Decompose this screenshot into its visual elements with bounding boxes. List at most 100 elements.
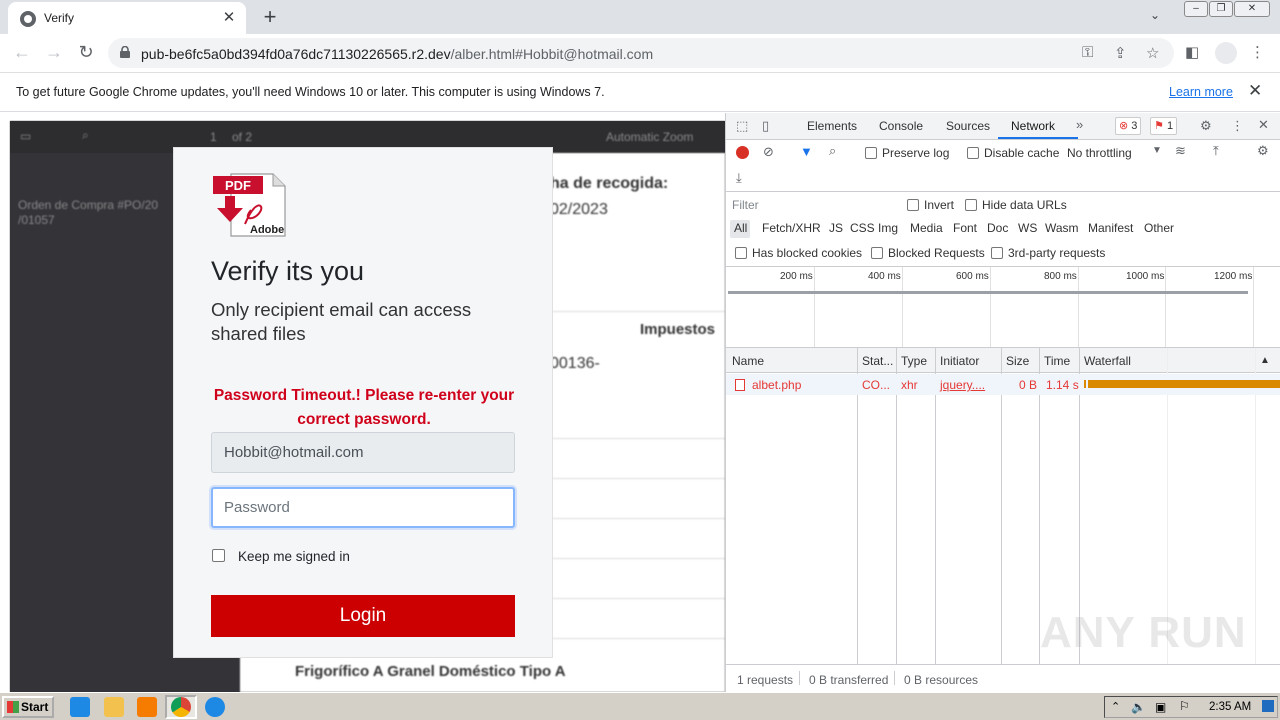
filter-type-wasm[interactable]: Wasm xyxy=(1045,221,1079,235)
filter-input[interactable]: Filter xyxy=(728,195,894,215)
tab-close-icon[interactable]: ✕ xyxy=(220,8,238,26)
filter-type-js[interactable]: JS xyxy=(829,221,843,235)
pdf-doc-text-1: ha de recogida: xyxy=(550,175,669,192)
column-size[interactable]: Size xyxy=(1006,354,1029,368)
reload-icon[interactable]: ↻ xyxy=(74,42,98,63)
throttling-select[interactable]: No throttling xyxy=(1067,146,1132,160)
tab-elements[interactable]: Elements xyxy=(807,119,857,133)
request-name[interactable]: albet.php xyxy=(752,378,801,392)
restore-button[interactable]: ❐ xyxy=(1209,1,1233,17)
chrome-menu-icon[interactable]: ⋮ xyxy=(1250,43,1265,61)
preserve-log-checkbox[interactable] xyxy=(865,147,877,159)
key-icon[interactable]: ⚿ xyxy=(1082,44,1093,61)
hide-data-urls-checkbox[interactable] xyxy=(965,199,977,211)
filter-type-fetch-xhr[interactable]: Fetch/XHR xyxy=(762,221,821,235)
tray-expand-icon[interactable]: ⌃ xyxy=(1111,700,1120,713)
issue-count-badge[interactable]: ⚑ 1 xyxy=(1150,117,1178,135)
search-icon[interactable]: ⌕ xyxy=(829,143,836,159)
network-settings-icon[interactable]: ⚙ xyxy=(1257,143,1269,159)
settings-gear-icon[interactable]: ⚙ xyxy=(1200,118,1212,134)
address-bar[interactable]: pub-be6fc5a0bd394fd0a76dc71130226565.r2.… xyxy=(108,38,1174,68)
action-center-flag-icon[interactable]: ⚐ xyxy=(1179,699,1190,713)
window-close-button[interactable]: ✕ xyxy=(1234,1,1270,17)
error-message: Password Timeout.! Please re-enter your … xyxy=(213,387,515,428)
network-conditions-icon[interactable]: ≋ xyxy=(1175,143,1186,159)
volume-icon[interactable]: 🔈 xyxy=(1131,700,1146,714)
invert-checkbox[interactable] xyxy=(907,199,919,211)
tab-console[interactable]: Console xyxy=(879,119,923,133)
filter-type-doc[interactable]: Doc xyxy=(987,221,1008,235)
blocked-requests-checkbox[interactable] xyxy=(871,247,883,259)
disable-cache-checkbox[interactable] xyxy=(967,147,979,159)
tab-network[interactable]: Network xyxy=(1011,119,1055,133)
filter-type-img[interactable]: Img xyxy=(878,221,898,235)
error-count-badge[interactable]: ⊗ 3 xyxy=(1115,117,1142,135)
tab-sources[interactable]: Sources xyxy=(946,119,990,133)
waterfall-gridline xyxy=(1255,348,1256,664)
start-button[interactable]: Start xyxy=(2,696,54,718)
internet-explorer-icon[interactable] xyxy=(70,697,90,717)
learn-more-link[interactable]: Learn more xyxy=(1169,85,1233,99)
export-har-icon[interactable]: ⤓ xyxy=(736,170,742,186)
pdf-doc-text-4: 00136- xyxy=(550,355,600,372)
device-toolbar-icon[interactable]: ▯ xyxy=(762,118,769,134)
edge-icon[interactable] xyxy=(205,697,225,717)
column-name[interactable]: Name xyxy=(732,354,764,368)
media-player-icon[interactable] xyxy=(137,697,157,717)
url-text: pub-be6fc5a0bd394fd0a76dc71130226565.r2.… xyxy=(141,46,653,62)
devtools-close-icon[interactable]: ✕ xyxy=(1258,117,1269,133)
file-explorer-icon[interactable] xyxy=(104,697,124,717)
chevron-down-icon[interactable]: ▼ xyxy=(1152,145,1162,156)
taskbar-clock[interactable]: 2:35 AM xyxy=(1209,701,1251,713)
url-host: pub-be6fc5a0bd394fd0a76dc71130226565.r2.… xyxy=(141,46,451,62)
issue-icon: ⚑ xyxy=(1154,120,1164,132)
minimize-button[interactable]: – xyxy=(1184,1,1208,17)
share-icon[interactable]: ⇪ xyxy=(1114,44,1127,62)
column-time[interactable]: Time xyxy=(1044,354,1070,368)
inspect-element-icon[interactable]: ⬚ xyxy=(736,118,748,134)
tab-title: Verify xyxy=(44,11,75,25)
password-field[interactable] xyxy=(211,487,515,528)
back-icon[interactable]: ← xyxy=(10,42,34,63)
filter-type-font[interactable]: Font xyxy=(953,221,977,235)
filter-type-manifest[interactable]: Manifest xyxy=(1088,221,1133,235)
column-waterfall[interactable]: Waterfall xyxy=(1084,354,1131,368)
filter-type-media[interactable]: Media xyxy=(910,221,943,235)
network-icon[interactable]: ▣ xyxy=(1155,700,1166,714)
filter-type-css[interactable]: CSS xyxy=(850,221,875,235)
table-row[interactable]: albet.php CO... xhr jquery.... 0 B 1.14 … xyxy=(726,374,1280,395)
forward-icon[interactable]: → xyxy=(42,42,66,63)
blocked-requests-label: Blocked Requests xyxy=(888,246,985,260)
third-party-checkbox[interactable] xyxy=(991,247,1003,259)
email-field[interactable]: Hobbit@hotmail.com xyxy=(211,432,515,473)
bookmark-star-icon[interactable]: ☆ xyxy=(1146,44,1159,62)
filter-icon[interactable]: ▼ xyxy=(800,144,813,159)
infobar-close-icon[interactable]: ✕ xyxy=(1248,81,1262,101)
pdf-zoom: Automatic Zoom xyxy=(606,130,694,144)
record-icon[interactable] xyxy=(736,146,749,159)
column-initiator[interactable]: Initiator xyxy=(940,354,979,368)
request-initiator[interactable]: jquery.... xyxy=(940,378,985,392)
more-tabs-icon[interactable]: » xyxy=(1076,117,1083,132)
filter-type-ws[interactable]: WS xyxy=(1018,221,1037,235)
devtools-tab-bar: ⬚ ▯ Elements Console Sources Network » ⊗… xyxy=(726,113,1280,140)
side-panel-icon[interactable]: ◧ xyxy=(1185,43,1199,61)
keep-signed-in-checkbox[interactable] xyxy=(212,549,225,562)
preserve-log-label: Preserve log xyxy=(882,146,950,160)
login-button[interactable]: Login xyxy=(211,595,515,637)
clear-icon[interactable]: ⊘ xyxy=(763,144,774,160)
profile-avatar-icon[interactable] xyxy=(1215,42,1237,64)
blocked-cookies-checkbox[interactable] xyxy=(735,247,747,259)
blocked-cookies-label: Has blocked cookies xyxy=(752,246,863,260)
import-har-icon[interactable]: ⤒ xyxy=(1213,143,1219,159)
filter-type-all[interactable]: All xyxy=(734,221,747,235)
show-desktop-icon[interactable] xyxy=(1262,700,1274,712)
column-status[interactable]: Stat... xyxy=(862,354,893,368)
new-tab-button[interactable]: + xyxy=(258,4,282,30)
filter-type-other[interactable]: Other xyxy=(1144,221,1174,235)
tab-search-icon[interactable]: ⌄ xyxy=(1150,8,1160,22)
devtools-menu-icon[interactable]: ⋮ xyxy=(1231,118,1244,134)
column-type[interactable]: Type xyxy=(901,354,927,368)
sort-ascending-icon[interactable]: ▲ xyxy=(1260,355,1270,366)
browser-tab[interactable]: Verify ✕ xyxy=(8,2,246,34)
